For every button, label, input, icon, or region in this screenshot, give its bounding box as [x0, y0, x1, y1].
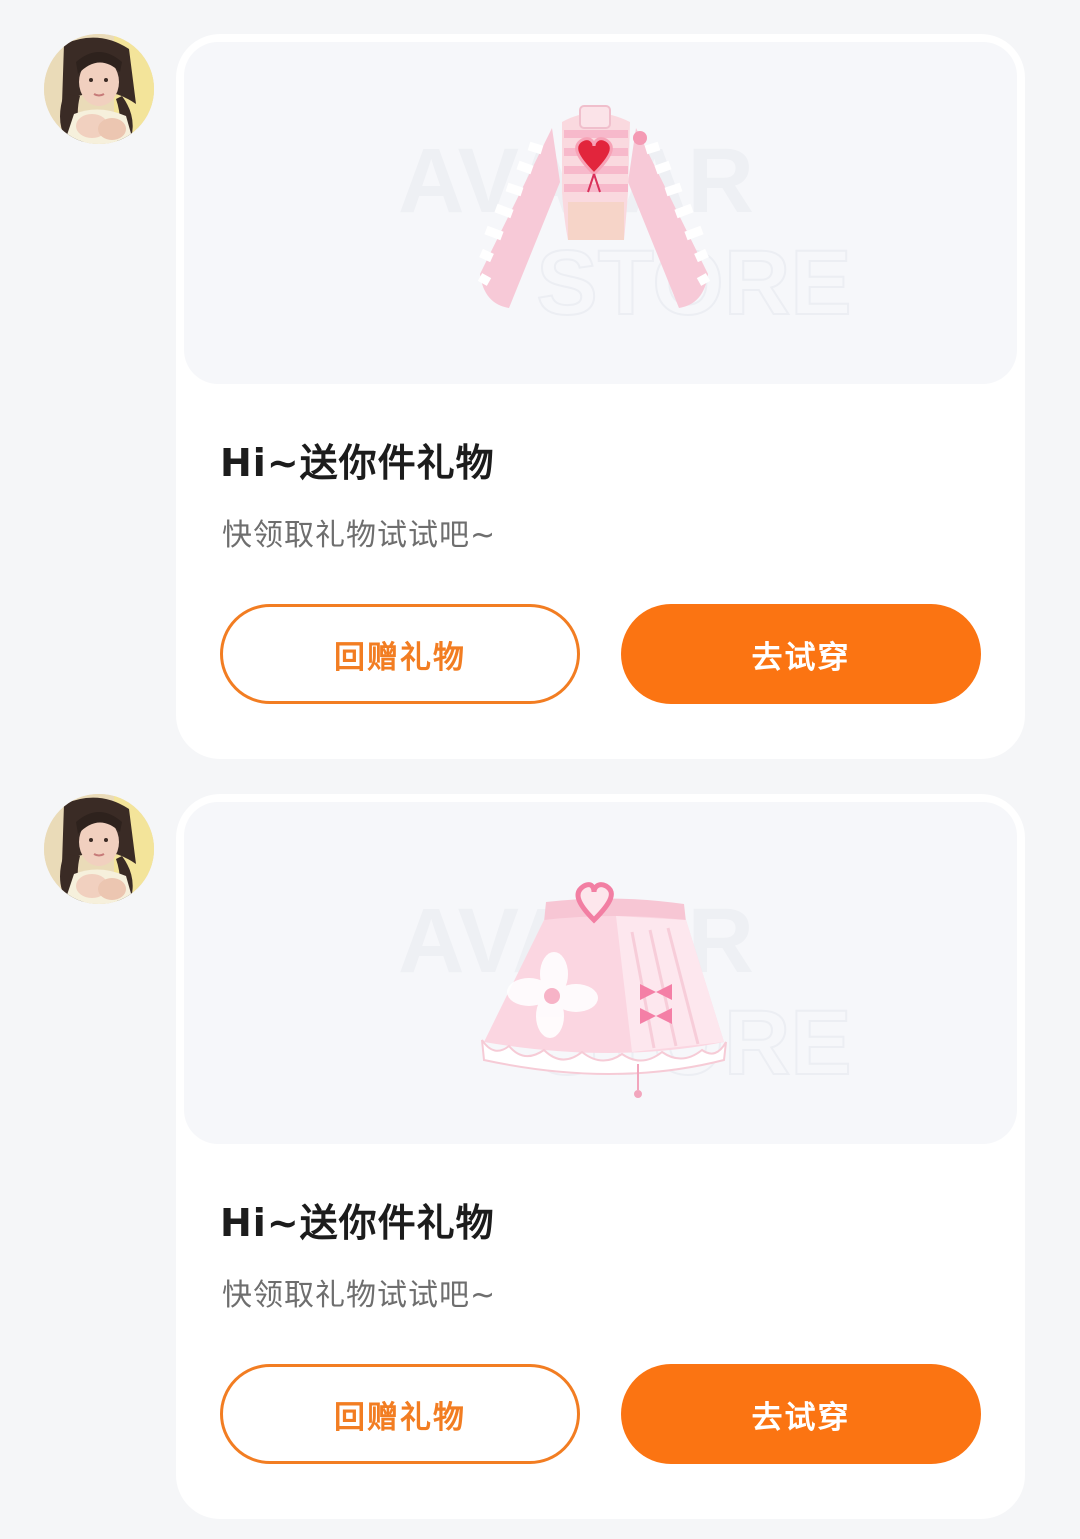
gift-preview[interactable]: AVATAR STORE	[184, 42, 1017, 384]
skirt-image: AVATAR STORE	[398, 882, 853, 1098]
gift-preview[interactable]: AVATAR STORE	[184, 802, 1017, 1144]
crop-top-image: AVATAR STORE	[398, 105, 853, 335]
avatar-photo	[44, 794, 154, 904]
gift-title: Hi~送你件礼物	[220, 441, 495, 485]
try-on-button[interactable]: 去试穿	[621, 1364, 981, 1464]
gift-subtitle: 快领取礼物试试吧~	[222, 518, 497, 553]
gift-card: AVATAR STORE	[176, 794, 1025, 1519]
gift-card: AVATAR STORE	[176, 34, 1025, 759]
try-on-button[interactable]: 去试穿	[621, 604, 981, 704]
gift-subtitle: 快领取礼物试试吧~	[222, 1278, 497, 1313]
gift-title: Hi~送你件礼物	[220, 1201, 495, 1245]
avatar-photo	[44, 34, 154, 144]
return-gift-button[interactable]: 回赠礼物	[220, 604, 580, 704]
avatar[interactable]	[44, 794, 154, 904]
avatar[interactable]	[44, 34, 154, 144]
return-gift-button[interactable]: 回赠礼物	[220, 1364, 580, 1464]
gift-message-feed: AVATAR STORE	[0, 0, 1080, 1539]
